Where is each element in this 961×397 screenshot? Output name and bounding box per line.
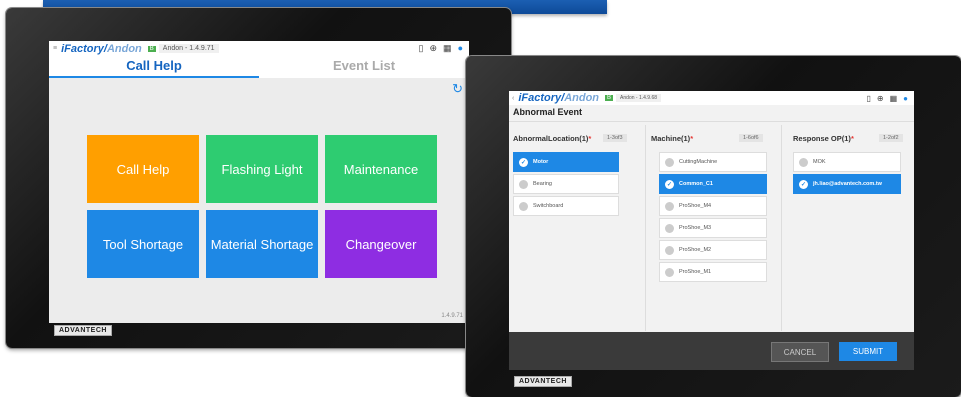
list-item[interactable]: CuttingMachine xyxy=(659,152,767,172)
list-item[interactable]: ProShoe_M1 xyxy=(659,262,767,282)
tab-event-list[interactable]: Event List xyxy=(259,56,469,78)
check-icon: ✓ xyxy=(519,157,528,167)
tile-maintenance[interactable]: Maintenance xyxy=(325,135,437,203)
column-divider xyxy=(645,125,646,331)
tab-call-help[interactable]: Call Help xyxy=(49,56,259,78)
grid-icon[interactable]: ▦ xyxy=(890,94,898,103)
advantech-logo: ADVANTECH xyxy=(514,376,572,387)
left-screen: ≡ iFactory/Andon B Andon - 1.4.9.71 ▯ ⊕ … xyxy=(49,41,469,323)
check-icon: ✓ xyxy=(665,179,674,189)
user-icon[interactable]: ● xyxy=(903,94,908,103)
user-icon[interactable]: ● xyxy=(458,43,463,54)
app-logo: iFactory/Andon xyxy=(518,92,600,104)
advantech-logo: ADVANTECH xyxy=(54,325,112,336)
cancel-button[interactable]: CANCEL xyxy=(771,342,829,362)
tile-flashing-light[interactable]: Flashing Light xyxy=(206,135,318,203)
app-top-bar: ≡ iFactory/Andon B Andon - 1.4.9.71 ▯ ⊕ … xyxy=(49,41,469,56)
document-icon[interactable]: ▯ xyxy=(866,94,870,103)
menu-icon[interactable]: ‹ xyxy=(512,95,514,102)
refresh-icon[interactable]: ↻ xyxy=(452,81,463,97)
list-item[interactable]: Bearing xyxy=(513,174,619,194)
tile-changeover[interactable]: Changeover xyxy=(325,210,437,278)
pager-location: 1-3of3 xyxy=(603,134,627,142)
radio-icon xyxy=(519,179,528,189)
column-header-response: Response OP(1)* xyxy=(793,134,854,143)
menu-icon[interactable]: ≡ xyxy=(53,45,57,52)
list-item[interactable]: ✓ jh.liao@advantech.com.tw xyxy=(793,174,901,194)
submit-button[interactable]: SUBMIT xyxy=(839,342,897,361)
radio-icon xyxy=(665,157,674,167)
globe-icon[interactable]: ⊕ xyxy=(877,94,884,103)
list-item[interactable]: ProShoe_M2 xyxy=(659,240,767,260)
version-badge: B xyxy=(605,95,614,101)
column-divider xyxy=(781,125,782,331)
app-top-bar: ‹ iFactory/Andon B Andon - 1.4.9.68 ▯ ⊕ … xyxy=(509,91,914,105)
page-title: Abnormal Event xyxy=(513,107,583,117)
right-tablet: ‹ iFactory/Andon B Andon - 1.4.9.68 ▯ ⊕ … xyxy=(466,56,961,397)
pager-machine: 1-6of6 xyxy=(739,134,763,142)
column-header-location: AbnormalLocation(1)* xyxy=(513,134,592,143)
document-icon[interactable]: ▯ xyxy=(419,43,424,54)
tile-material-shortage[interactable]: Material Shortage xyxy=(206,210,318,278)
version-badge: B xyxy=(147,45,156,52)
footer-version: 1.4.9.71 xyxy=(441,313,463,319)
list-item[interactable]: Switchboard xyxy=(513,196,619,216)
version-label[interactable]: Andon - 1.4.9.71 xyxy=(158,44,219,53)
list-item[interactable]: ProShoe_M3 xyxy=(659,218,767,238)
right-screen: ‹ iFactory/Andon B Andon - 1.4.9.68 ▯ ⊕ … xyxy=(509,91,914,370)
list-item[interactable]: MOK xyxy=(793,152,901,172)
list-item[interactable]: ProShoe_M4 xyxy=(659,196,767,216)
globe-icon[interactable]: ⊕ xyxy=(430,43,438,54)
tab-bar: Call Help Event List xyxy=(49,56,469,78)
grid-icon[interactable]: ▦ xyxy=(443,43,452,54)
radio-icon xyxy=(665,223,674,233)
version-label[interactable]: Andon - 1.4.9.68 xyxy=(616,94,662,102)
list-item[interactable]: ✓ Motor xyxy=(513,152,619,172)
radio-icon xyxy=(799,157,808,167)
pager-response: 1-2of2 xyxy=(879,134,903,142)
list-item[interactable]: ✓ Common_C1 xyxy=(659,174,767,194)
radio-icon xyxy=(519,201,528,211)
title-divider xyxy=(509,121,914,122)
app-logo: iFactory/Andon xyxy=(61,42,142,55)
left-tablet: ≡ iFactory/Andon B Andon - 1.4.9.71 ▯ ⊕ … xyxy=(6,8,511,348)
tile-call-help[interactable]: Call Help xyxy=(87,135,199,203)
radio-icon xyxy=(665,267,674,277)
tile-tool-shortage[interactable]: Tool Shortage xyxy=(87,210,199,278)
radio-icon xyxy=(665,245,674,255)
radio-icon xyxy=(665,201,674,211)
column-header-machine: Machine(1)* xyxy=(651,134,694,143)
check-icon: ✓ xyxy=(799,179,808,189)
